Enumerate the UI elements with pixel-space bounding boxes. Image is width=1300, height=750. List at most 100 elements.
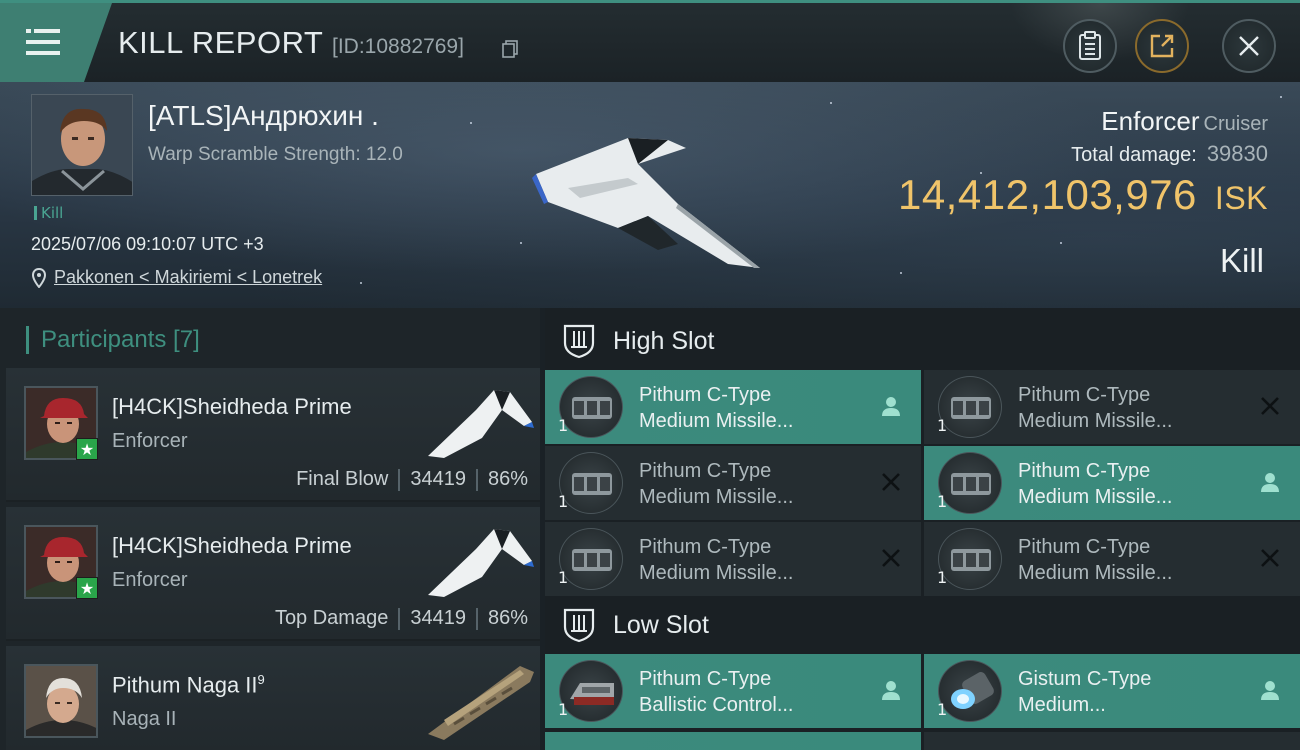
victim-ship-name[interactable]: Enforcer xyxy=(1101,106,1199,136)
top-bar: KILL REPORT [ID:10882769] xyxy=(0,0,1300,82)
victim-ship-class: Cruiser xyxy=(1203,113,1268,135)
star xyxy=(520,242,522,244)
shield-booster-icon xyxy=(938,660,1002,722)
divider xyxy=(475,468,478,491)
low-slot-header: Low Slot xyxy=(545,594,1300,656)
kill-banner: [ATLS]Андрюхин . Warp Scramble Strength:… xyxy=(0,82,1300,308)
star-badge-icon: ★ xyxy=(76,577,98,599)
module-name-line1: Pithum C-Type xyxy=(1018,536,1151,558)
missile-launcher-icon xyxy=(559,528,623,590)
participant-ship-image xyxy=(424,521,536,601)
module-quantity: 1 xyxy=(937,700,948,719)
module-name-line1: Pithum C-Type xyxy=(639,384,772,406)
x-icon xyxy=(1261,549,1279,567)
close-button[interactable] xyxy=(1222,19,1276,73)
isk-value-line: 14,412,103,976 ISK xyxy=(898,171,1268,219)
participant-name[interactable]: [H4CK]Sheidheda Prime xyxy=(112,533,352,559)
victim-name[interactable]: [ATLS]Андрюхин . xyxy=(148,100,379,132)
participant-card[interactable]: ★ [H4CK]Sheidheda Prime Enforcer Top Dam… xyxy=(6,507,540,641)
module-name-line2: Medium Missile... xyxy=(639,562,794,584)
pilot-icon xyxy=(882,397,900,416)
total-damage-line: Total damage: 39830 xyxy=(898,141,1268,167)
menu-button[interactable] xyxy=(0,3,112,82)
star xyxy=(900,272,902,274)
fitting-panel: High Slot 1 Pithum C-Type Medium Missile.… xyxy=(545,308,1300,750)
ballistic-control-icon xyxy=(559,660,623,722)
location-pin-icon xyxy=(32,267,46,288)
module-item[interactable]: 1 Pithum C-Type Medium Missile... xyxy=(545,370,921,444)
module-item[interactable] xyxy=(545,732,921,750)
module-item[interactable]: 1 Pithum C-Type Ballistic Control... xyxy=(545,654,921,728)
module-name: Pithum C-Type Medium Missile... xyxy=(1018,534,1172,586)
divider xyxy=(398,468,401,491)
module-quantity: 1 xyxy=(558,416,569,435)
star-badge-icon: ★ xyxy=(76,438,98,460)
star xyxy=(830,102,832,104)
module-item[interactable]: 1 Pithum C-Type Medium Missile... xyxy=(924,446,1300,520)
share-button[interactable] xyxy=(1135,19,1189,73)
participant-name[interactable]: [H4CK]Sheidheda Prime xyxy=(112,394,352,420)
participant-card[interactable]: Pithum Naga II9 Naga II xyxy=(6,646,540,750)
module-quantity: 1 xyxy=(937,568,948,587)
participant-ship: Naga II xyxy=(112,708,177,730)
participant-ship-image xyxy=(424,382,536,462)
isk-value: 14,412,103,976 xyxy=(897,171,1197,218)
module-item[interactable]: 1 Gistum C-Type Medium... xyxy=(924,654,1300,728)
module-name-line1: Pithum C-Type xyxy=(639,460,772,482)
participants-panel: Participants [7] ★ [H4CK]Sheidheda Prime… xyxy=(0,308,540,750)
star xyxy=(1280,96,1282,98)
participant-card[interactable]: ★ [H4CK]Sheidheda Prime Enforcer Final B… xyxy=(6,368,540,502)
high-slot-icon xyxy=(563,324,595,359)
module-item[interactable]: 1 Pithum C-Type Medium Missile... xyxy=(545,446,921,520)
kill-datetime: 2025/07/06 09:10:07 UTC +3 xyxy=(31,234,264,254)
module-item[interactable] xyxy=(924,732,1300,750)
module-quantity: 1 xyxy=(937,492,948,511)
page-title: KILL REPORT xyxy=(118,25,324,60)
avatar xyxy=(24,664,98,738)
module-name: Gistum C-Type Medium... xyxy=(1018,666,1151,718)
star xyxy=(1060,242,1062,244)
x-icon xyxy=(1261,397,1279,415)
module-name-line1: Pithum C-Type xyxy=(1018,384,1151,406)
kill-tag: Kill xyxy=(34,206,63,221)
clipboard-button[interactable] xyxy=(1063,19,1117,73)
participant-name[interactable]: Pithum Naga II9 xyxy=(112,672,265,698)
missile-launcher-icon xyxy=(938,528,1002,590)
clipboard-icon xyxy=(1079,31,1101,60)
share-icon xyxy=(1150,34,1174,58)
participant-stats: Final Blow 34419 86% xyxy=(296,468,528,491)
module-name-line2: Medium... xyxy=(1018,694,1106,716)
module-item[interactable]: 1 Pithum C-Type Medium Missile... xyxy=(545,522,921,596)
copy-icon[interactable] xyxy=(502,40,518,58)
missile-launcher-icon xyxy=(559,376,623,438)
participant-percent: 86% xyxy=(487,607,528,629)
participant-damage: 34419 xyxy=(410,468,466,490)
module-item[interactable]: 1 Pithum C-Type Medium Missile... xyxy=(924,522,1300,596)
pilot-icon xyxy=(1261,681,1279,700)
module-quantity: 1 xyxy=(937,416,948,435)
participant-damage: 34419 xyxy=(410,607,466,629)
missile-launcher-icon xyxy=(938,376,1002,438)
low-slot-icon xyxy=(563,608,595,643)
victim-ship-image[interactable] xyxy=(528,118,768,274)
participant-ship-image xyxy=(424,660,536,740)
menu-icon xyxy=(26,27,62,57)
victim-portrait[interactable] xyxy=(31,94,133,196)
module-name: Pithum C-Type Ballistic Control... xyxy=(639,666,794,718)
participant-role: Top Damage xyxy=(274,607,389,629)
total-damage-value: 39830 xyxy=(1206,141,1268,166)
victim-ship-line: Enforcer Cruiser xyxy=(898,106,1268,137)
module-quantity: 1 xyxy=(558,492,569,511)
divider xyxy=(398,607,401,630)
module-name-line2: Medium Missile... xyxy=(1018,410,1173,432)
pilot-icon xyxy=(1261,473,1279,492)
high-slot-label: High Slot xyxy=(613,326,715,355)
module-quantity: 1 xyxy=(558,568,569,587)
module-item[interactable]: 1 Pithum C-Type Medium Missile... xyxy=(924,370,1300,444)
location-link[interactable]: Pakkonen < Makiriemi < Lonetrek xyxy=(54,267,322,288)
report-id: [ID:10882769] xyxy=(332,35,464,58)
kill-location[interactable]: Pakkonen < Makiriemi < Lonetrek xyxy=(32,267,322,288)
participant-name-sup: 9 xyxy=(257,672,265,687)
module-name-line2: Ballistic Control... xyxy=(639,694,794,716)
x-icon xyxy=(882,473,900,491)
